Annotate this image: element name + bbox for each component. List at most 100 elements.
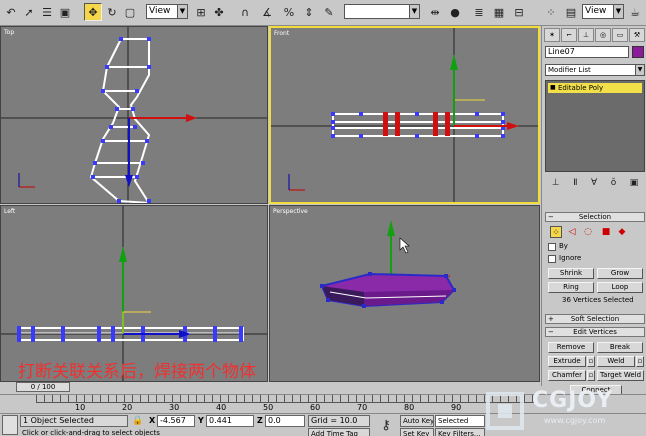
remove-modifier-icon[interactable]: ǒ: [611, 178, 617, 192]
tick-label: 50: [263, 403, 274, 412]
perspective-view-geometry: [320, 220, 456, 308]
break-button[interactable]: Break: [597, 342, 643, 353]
command-panel: ✶ ⌐ ⊥ ◎ ▭ ⚒ Line07 Modifier List▼ Editab…: [541, 26, 646, 396]
border-mode-icon[interactable]: ◌: [582, 226, 594, 238]
render-scene-icon[interactable]: ▤: [562, 3, 580, 21]
angle-snap-icon[interactable]: ∡: [258, 3, 276, 21]
command-panel-tabs: ✶ ⌐ ⊥ ◎ ▭ ⚒: [544, 28, 645, 42]
select-object-icon[interactable]: ➚: [20, 3, 38, 21]
schematic-view-icon[interactable]: ⊟: [510, 3, 528, 21]
hierarchy-tab-icon[interactable]: ⊥: [578, 28, 594, 42]
weld-button[interactable]: Weld: [597, 356, 635, 367]
modifier-list-dropdown[interactable]: Modifier List ▼: [545, 64, 645, 76]
viewport-front[interactable]: Front: [269, 26, 540, 204]
track-bar-ticks: [36, 395, 536, 403]
material-editor-icon[interactable]: ⁘: [542, 3, 560, 21]
loop-button[interactable]: Loop: [597, 282, 643, 293]
y-label: Y: [198, 416, 204, 425]
modify-tab-icon[interactable]: ⌐: [561, 28, 577, 42]
motion-tab-icon[interactable]: ◎: [595, 28, 611, 42]
mirror-icon[interactable]: ⇹: [426, 3, 444, 21]
object-name-field[interactable]: Line07: [545, 46, 629, 58]
element-mode-icon[interactable]: ◆: [616, 226, 628, 238]
align-icon[interactable]: ●: [446, 3, 464, 21]
pin-stack-icon[interactable]: ⊥: [552, 178, 560, 192]
lock-selection-icon[interactable]: 🔒: [131, 414, 145, 427]
maxscript-listener-icon[interactable]: [2, 415, 18, 435]
key-filters-button[interactable]: Key Filters...: [435, 428, 485, 436]
main-toolbar: ↶ ➚ ☰ ▣ ✥ ↻ ▢ View ▼ ⊞ ✤ ∩ ∡ % ⇕ ✎ ▼ ⇹ ● …: [0, 0, 646, 26]
tick-label: 80: [404, 403, 415, 412]
layer-manager-icon[interactable]: ≣: [470, 3, 488, 21]
chamfer-settings-icon[interactable]: ▫: [587, 370, 595, 381]
ring-button[interactable]: Ring: [548, 282, 594, 293]
edit-vertices-rollout-header[interactable]: − Edit Vertices: [545, 327, 645, 337]
utilities-tab-icon[interactable]: ⚒: [629, 28, 645, 42]
extrude-settings-icon[interactable]: ▫: [587, 356, 595, 367]
objects-selected-field: 1 Object Selected: [20, 415, 128, 427]
grow-button[interactable]: Grow: [597, 268, 643, 279]
snap-icon[interactable]: ∩: [236, 3, 254, 21]
extrude-button[interactable]: Extrude: [548, 356, 586, 367]
time-slider-knob[interactable]: 0 / 100: [16, 382, 70, 392]
viewport-perspective[interactable]: Perspective: [269, 205, 540, 382]
select-by-name-icon[interactable]: ☰: [38, 3, 56, 21]
top-view-geometry: [1, 27, 267, 203]
configure-sets-icon[interactable]: ▣: [630, 178, 639, 192]
vertex-mode-icon[interactable]: ⁘: [550, 226, 562, 238]
render-type-dropdown[interactable]: View ▼: [582, 4, 624, 19]
reference-coord-dropdown[interactable]: View ▼: [146, 4, 188, 19]
scale-icon[interactable]: ▢: [121, 3, 139, 21]
named-selection-dropdown[interactable]: ▼: [344, 4, 420, 19]
polygon-mode-icon[interactable]: ■: [600, 226, 612, 238]
status-prompt: Click or click-and-drag to select object…: [22, 429, 160, 436]
auto-key-button[interactable]: Auto Key: [400, 415, 434, 427]
time-slider[interactable]: 0 / 100: [0, 382, 541, 393]
z-coordinate-field[interactable]: 0.0: [265, 415, 305, 427]
object-color-swatch[interactable]: [632, 46, 644, 58]
left-view-geometry: [1, 206, 267, 381]
remove-button[interactable]: Remove: [548, 342, 594, 353]
weld-settings-icon[interactable]: ▫: [636, 356, 644, 367]
add-time-tag-button[interactable]: Add Time Tag: [308, 428, 370, 436]
undo-icon[interactable]: ↶: [2, 3, 20, 21]
show-end-result-icon[interactable]: Ⅱ: [573, 178, 577, 192]
soft-selection-rollout-header[interactable]: + Soft Selection: [545, 314, 645, 324]
x-coordinate-field[interactable]: -4.567: [157, 415, 195, 427]
target-weld-button[interactable]: Target Weld: [597, 370, 644, 381]
pivot-icon[interactable]: ⊞: [192, 3, 210, 21]
chamfer-button[interactable]: Chamfer: [548, 370, 586, 381]
ignore-backfacing-checkbox[interactable]: [548, 255, 556, 263]
watermark-brand: CGJOY: [532, 388, 614, 413]
modifier-stack: Editable Poly: [545, 80, 645, 172]
shrink-button[interactable]: Shrink: [548, 268, 594, 279]
create-tab-icon[interactable]: ✶: [544, 28, 560, 42]
y-coordinate-field[interactable]: 0.441: [206, 415, 254, 427]
x-label: X: [149, 416, 156, 425]
rotate-icon[interactable]: ↻: [103, 3, 121, 21]
quick-render-icon[interactable]: ☕: [626, 3, 644, 21]
selection-rollout-header[interactable]: − Selection: [545, 212, 645, 222]
tick-label: 70: [357, 403, 368, 412]
stack-tools: ⊥ Ⅱ ∀ ǒ ▣: [545, 178, 645, 192]
tick-label: 90: [451, 403, 462, 412]
spinner-snap-icon[interactable]: ⇕: [300, 3, 318, 21]
move-icon[interactable]: ✥: [84, 3, 102, 21]
selection-status: 36 Vertices Selected: [562, 296, 634, 304]
percent-snap-icon[interactable]: %: [280, 3, 298, 21]
selected-dropdown[interactable]: Selected: [435, 415, 485, 427]
named-selection-icon[interactable]: ✎: [320, 3, 338, 21]
viewport-left[interactable]: Left: [0, 205, 268, 382]
select-manipulate-icon[interactable]: ✤: [210, 3, 228, 21]
display-tab-icon[interactable]: ▭: [612, 28, 628, 42]
curve-editor-icon[interactable]: ▦: [490, 3, 508, 21]
stack-item-editable-poly[interactable]: Editable Poly: [548, 83, 642, 93]
tick-label: 40: [216, 403, 227, 412]
make-unique-icon[interactable]: ∀: [591, 178, 597, 192]
region-select-icon[interactable]: ▣: [56, 3, 74, 21]
set-key-button[interactable]: Set Key: [400, 428, 434, 436]
set-key-icon[interactable]: ⚷: [374, 416, 398, 434]
by-vertex-checkbox[interactable]: [548, 243, 556, 251]
edge-mode-icon[interactable]: ◁: [566, 226, 578, 238]
viewport-top[interactable]: Top: [0, 26, 268, 204]
